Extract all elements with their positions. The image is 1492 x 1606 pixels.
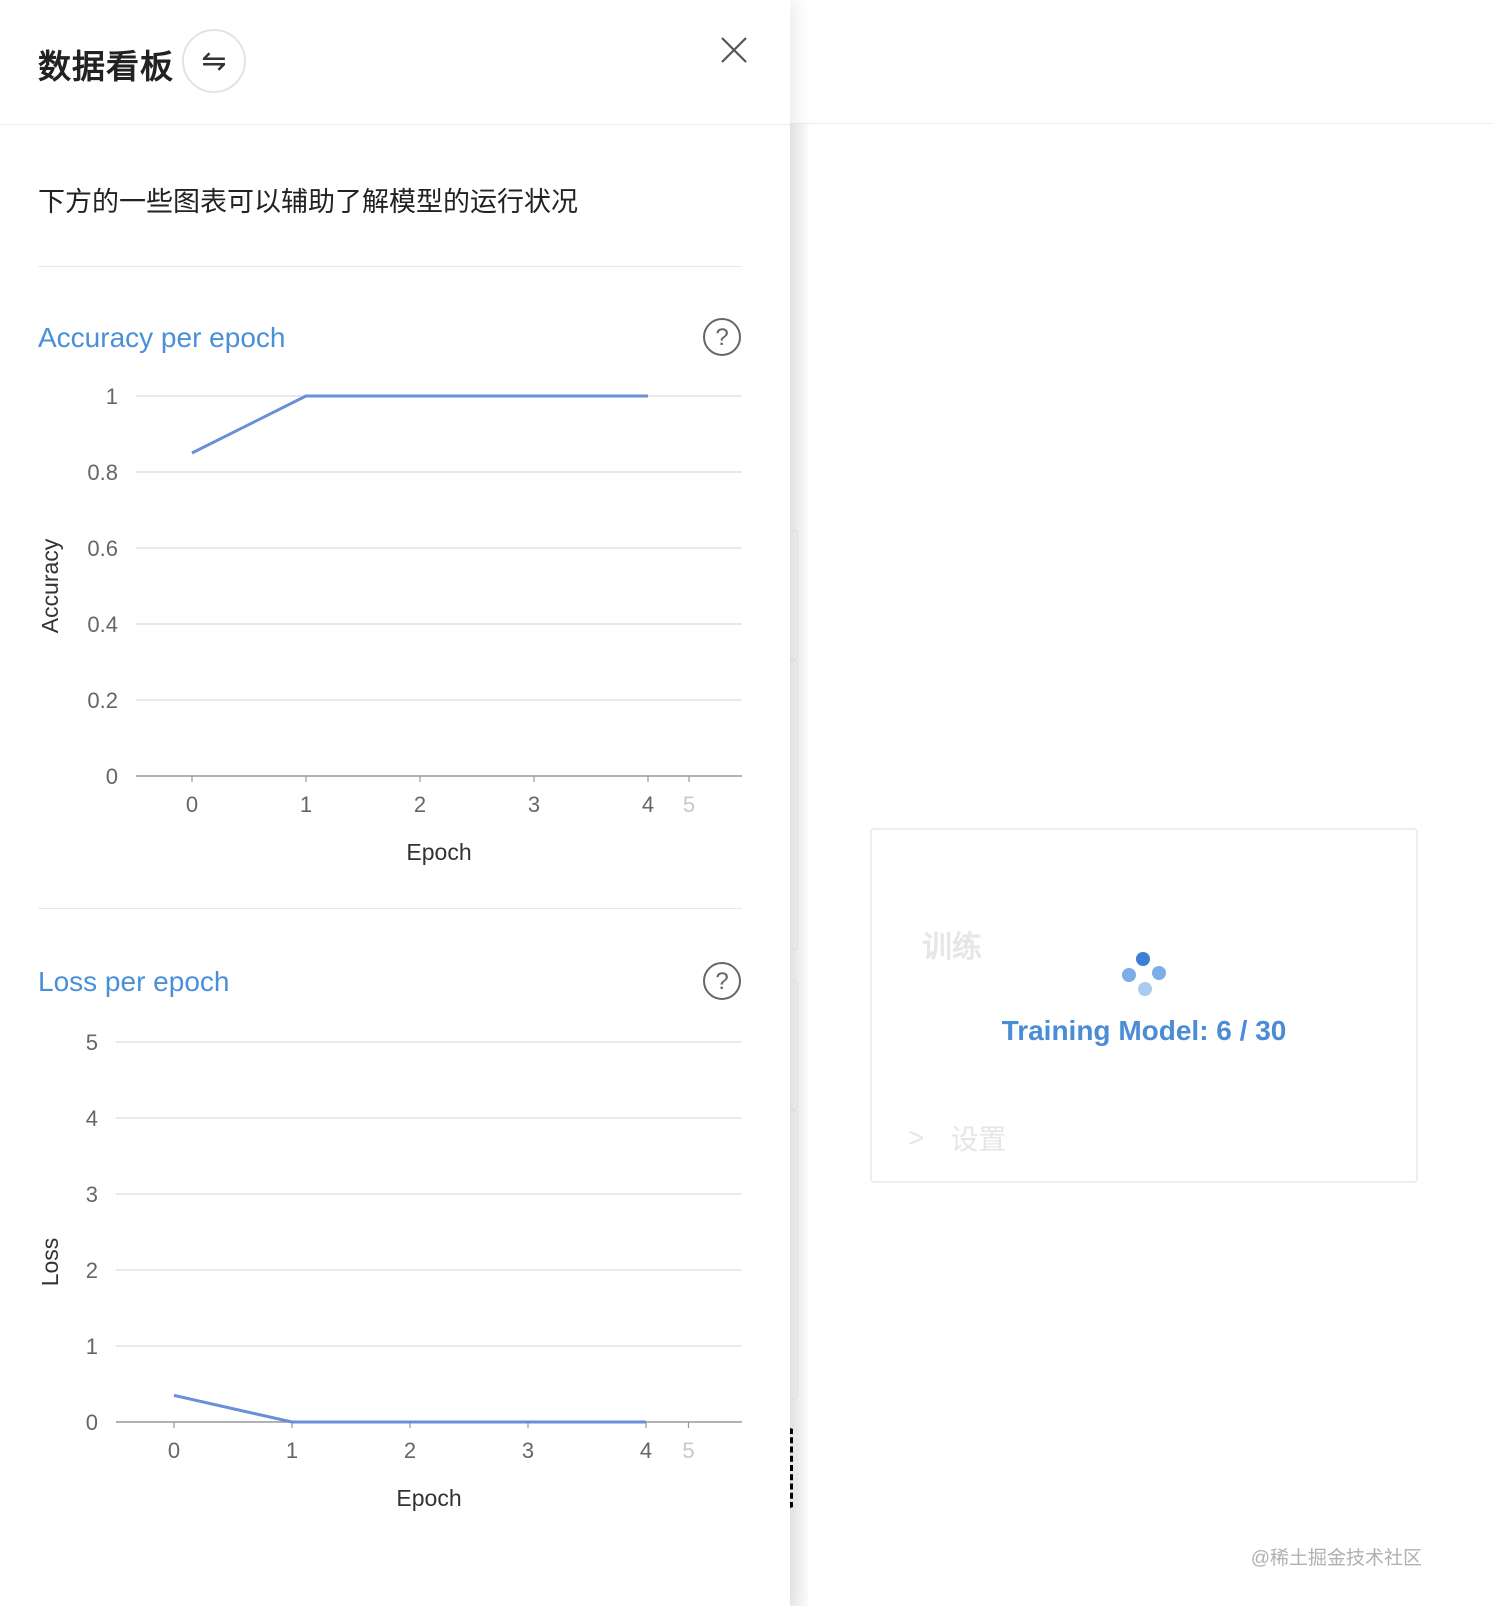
background-rail-segment (790, 1110, 798, 1400)
background-rail-segment (790, 530, 798, 660)
y-axis-title: Loss (37, 1238, 63, 1287)
y-tick-label: 0 (86, 1410, 98, 1435)
y-tick-label: 2 (86, 1258, 98, 1283)
y-tick-label: 1 (106, 384, 118, 409)
y-tick-label: 0.8 (87, 460, 118, 485)
y-tick-label: 5 (86, 1030, 98, 1055)
training-status-text: Training Model: 6 / 30 (1001, 1015, 1287, 1046)
y-tick-label: 1 (86, 1334, 98, 1359)
swap-button[interactable]: ⇋ (182, 29, 246, 93)
x-tick-label: 5 (683, 792, 695, 817)
x-tick-label: 1 (286, 1438, 298, 1463)
loss-chart-title: Loss per epoch (38, 966, 230, 997)
x-tick-label: 0 (168, 1438, 180, 1463)
y-tick-label: 0.4 (87, 612, 118, 637)
close-icon[interactable] (718, 34, 750, 66)
background-rail-segment (790, 1428, 798, 1508)
series-line (191, 394, 648, 455)
series-line (173, 1393, 646, 1424)
x-tick-label: 5 (682, 1438, 694, 1463)
settings-label: 设置 (950, 1124, 1007, 1155)
loading-spinner-icon (1118, 952, 1168, 1002)
training-section-title: 训练 (922, 931, 982, 964)
x-tick-label: 3 (522, 1438, 534, 1463)
svg-text:?: ? (715, 324, 728, 351)
watermark: @稀土掘金技术社区 (1250, 1548, 1422, 1569)
y-tick-label: 3 (86, 1182, 98, 1207)
x-axis-title: Epoch (406, 839, 471, 865)
x-axis-title: Epoch (396, 1485, 461, 1511)
help-icon[interactable]: ? (702, 317, 742, 357)
x-tick-label: 1 (300, 792, 312, 817)
background-rail-segment (790, 980, 798, 1110)
y-axis-title: Accuracy (37, 538, 63, 633)
divider (38, 266, 742, 267)
x-tick-label: 4 (640, 1438, 652, 1463)
x-tick-label: 0 (186, 792, 198, 817)
background-topbar (790, 0, 1492, 124)
accuracy-chart: 0 0.2 0.4 0.6 0.8 1 0 1 2 3 4 5 Epoch Accuracy (37, 384, 742, 865)
accuracy-chart-title: Accuracy per epoch (38, 322, 286, 353)
swap-icon: ⇋ (201, 44, 227, 78)
dashboard-drawer: 数据看板 ⇋ 下方的一些图表可以辅助了解模型的运行状况 Accuracy per… (0, 0, 790, 1606)
loss-chart: 0 1 2 3 4 5 0 1 2 3 4 5 Epoch Loss (37, 1030, 742, 1511)
drawer-description: 下方的一些图表可以辅助了解模型的运行状况 (38, 187, 578, 217)
y-tick-label: 0.6 (87, 536, 118, 561)
y-tick-label: 4 (86, 1106, 98, 1131)
svg-text:?: ? (715, 968, 728, 995)
help-icon[interactable]: ? (702, 961, 742, 1001)
divider (38, 908, 742, 909)
x-tick-label: 4 (642, 792, 654, 817)
settings-collapse[interactable]: > 设置 (908, 1118, 1006, 1158)
chevron-right-icon: > (908, 1122, 925, 1153)
x-tick-label: 2 (404, 1438, 416, 1463)
y-tick-label: 0.2 (87, 688, 118, 713)
y-tick-label: 0 (106, 764, 118, 789)
x-tick-label: 2 (414, 792, 426, 817)
training-card: 训练 > 设置 (870, 828, 1418, 1183)
drawer-header: 数据看板 ⇋ (0, 0, 790, 125)
drawer-title: 数据看板 (38, 48, 174, 85)
background-rail-segment (790, 660, 798, 950)
x-tick-label: 3 (528, 792, 540, 817)
